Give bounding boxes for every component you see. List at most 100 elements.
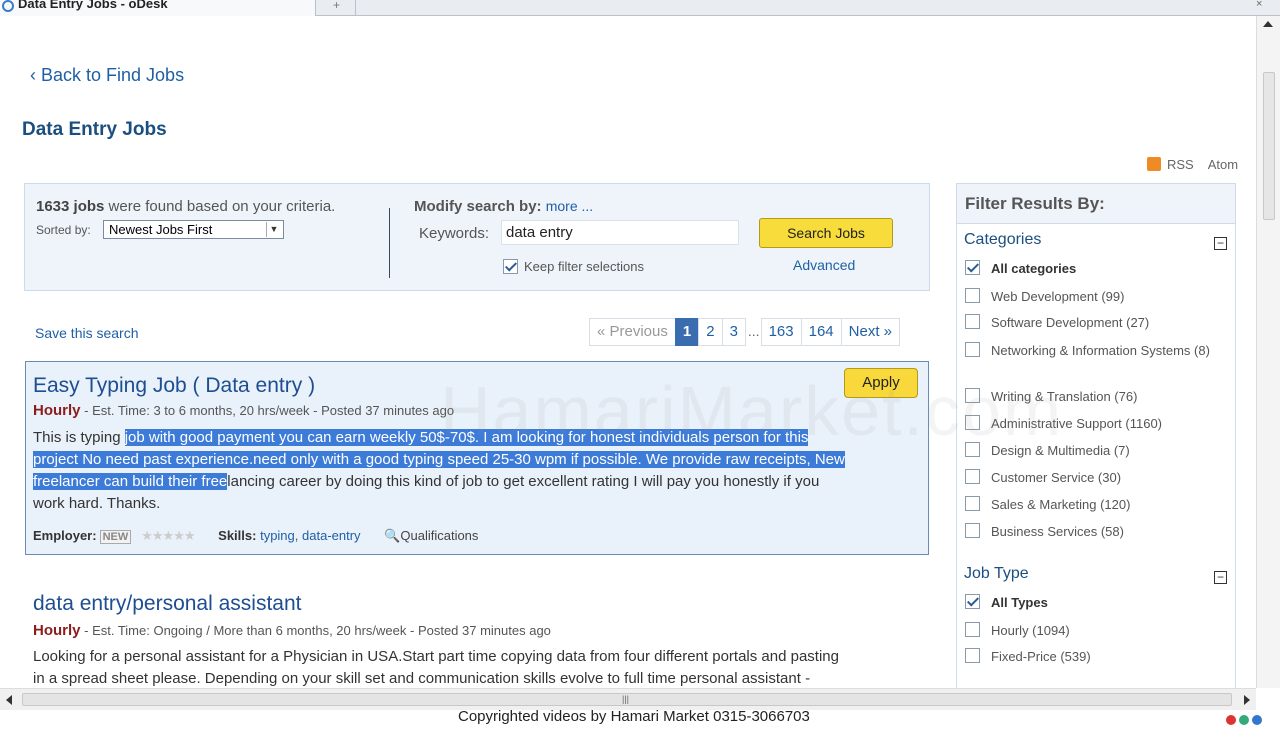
filter-category-label: Design & Multimedia (7) xyxy=(991,443,1130,458)
apply-button[interactable]: Apply xyxy=(844,368,918,398)
rss-link[interactable]: RSS xyxy=(1167,157,1194,172)
filter-category-label: Networking & Information Systems (8) xyxy=(991,343,1210,358)
job-desc-text: in a spread sheet please. Depending on y… xyxy=(33,670,811,687)
job-desc-text: lancing career by doing this kind of job… xyxy=(227,473,820,490)
checkbox[interactable] xyxy=(965,469,980,484)
filter-category-label: Sales & Marketing (120) xyxy=(991,497,1131,512)
chevron-down-icon[interactable]: ▼ xyxy=(266,222,281,237)
filter-jobtype-item[interactable]: Fixed-Price (539) xyxy=(965,648,1227,666)
checkbox[interactable] xyxy=(965,415,980,430)
rating-stars-icon: ★★★★★ xyxy=(141,528,195,543)
vertical-scrollbar[interactable] xyxy=(1256,16,1280,688)
checkbox[interactable] xyxy=(965,260,980,275)
filter-category-label: Web Development (99) xyxy=(991,289,1125,304)
checkbox[interactable] xyxy=(965,523,980,538)
job-type-label: Hourly xyxy=(33,622,81,639)
filter-header: Filter Results By: xyxy=(957,184,1235,224)
divider xyxy=(389,208,390,278)
new-tab-button[interactable]: + xyxy=(318,0,356,16)
collapse-categories-icon[interactable]: − xyxy=(1214,237,1227,250)
pagination-page[interactable]: 163 xyxy=(760,318,802,346)
checkbox[interactable] xyxy=(965,442,980,457)
job-listing: Easy Typing Job ( Data entry ) Apply Hou… xyxy=(25,361,929,555)
sorted-by-label: Sorted by: xyxy=(36,223,91,237)
checkbox[interactable] xyxy=(965,594,980,609)
job-meta: Hourly - Est. Time: Ongoing / More than … xyxy=(33,622,551,639)
checkbox[interactable] xyxy=(965,342,980,357)
browser-tab-bar: Data Entry Jobs - oDesk + × xyxy=(0,0,1280,16)
job-footer: Employer: NEW ★★★★★ Skills: typing, data-e… xyxy=(33,528,478,544)
keep-filter-option[interactable]: Keep filter selections xyxy=(503,259,644,274)
results-count-suffix: were found based on your criteria. xyxy=(104,198,336,215)
pagination-page[interactable]: 1 xyxy=(674,318,700,346)
back-to-find-jobs-link[interactable]: ‹ Back to Find Jobs xyxy=(30,65,184,86)
filter-jobtype-label: All Types xyxy=(991,595,1048,610)
save-search-link[interactable]: Save this search xyxy=(35,325,139,341)
filter-category-item[interactable]: Business Services (58) xyxy=(965,523,1227,541)
browser-tab[interactable]: Data Entry Jobs - oDesk xyxy=(0,0,316,16)
pagination-previous[interactable]: « Previous xyxy=(589,318,676,346)
scrollbar-thumb[interactable] xyxy=(1263,72,1275,220)
sort-select[interactable]: Newest Jobs First ▼ xyxy=(103,220,284,239)
copyright-overlay: Copyrighted videos by Hamari Market 0315… xyxy=(458,708,810,725)
checkbox[interactable] xyxy=(965,496,980,511)
filter-category-label: Administrative Support (1160) xyxy=(991,416,1163,431)
filter-category-item[interactable]: Writing & Translation (76) xyxy=(965,388,1227,406)
tray-icon xyxy=(1226,715,1236,725)
job-desc-text: Looking for a personal assistant for a P… xyxy=(33,648,839,665)
pagination-page[interactable]: 3 xyxy=(721,318,746,346)
filter-jobtype-item[interactable]: All Types xyxy=(965,594,1227,612)
checkbox[interactable] xyxy=(965,622,980,637)
filter-panel: Filter Results By: Categories − All cate… xyxy=(956,183,1236,688)
filter-jobtype-item[interactable]: Hourly (1094) xyxy=(965,622,1227,640)
categories-title: Categories xyxy=(964,231,1042,248)
atom-link[interactable]: Atom xyxy=(1208,157,1238,172)
filter-category-label: Software Development (27) xyxy=(991,315,1150,330)
pagination-next[interactable]: Next » xyxy=(840,318,900,346)
jobtype-title: Job Type xyxy=(964,565,1029,582)
job-meta-text: - Est. Time: Ongoing / More than 6 month… xyxy=(80,623,551,638)
skill-link[interactable]: typing xyxy=(260,528,295,543)
checkbox[interactable] xyxy=(965,388,980,403)
job-desc-selected-text: job with good payment you can earn weekl… xyxy=(124,429,809,446)
job-title-link[interactable]: Easy Typing Job ( Data entry ) xyxy=(33,374,315,398)
filter-category-label: Customer Service (30) xyxy=(991,470,1122,485)
pagination-page[interactable]: 2 xyxy=(698,318,723,346)
page-content: ‹ Back to Find Jobs Data Entry Jobs RSS A… xyxy=(0,16,1256,688)
filter-category-item[interactable]: Sales & Marketing (120) xyxy=(965,496,1227,514)
keywords-input[interactable]: data entry xyxy=(501,220,739,245)
job-desc-text: This is typing xyxy=(33,429,125,446)
skill-link[interactable]: data-entry xyxy=(302,528,361,543)
scroll-up-icon[interactable] xyxy=(1263,21,1273,27)
tab-title: Data Entry Jobs - oDesk xyxy=(18,0,168,11)
keep-filter-checkbox[interactable] xyxy=(503,259,518,274)
filter-category-item[interactable]: Software Development (27) xyxy=(965,314,1227,332)
filter-category-label: Business Services (58) xyxy=(991,524,1124,539)
pagination-ellipsis: ... xyxy=(747,323,760,339)
checkbox[interactable] xyxy=(965,288,980,303)
checkbox[interactable] xyxy=(965,314,980,329)
modify-more-link[interactable]: more ... xyxy=(546,198,593,214)
qualifications-label: Qualifications xyxy=(400,528,479,543)
advanced-search-link[interactable]: Advanced xyxy=(793,257,855,273)
collapse-jobtype-icon[interactable]: − xyxy=(1214,571,1227,584)
checkbox[interactable] xyxy=(965,648,980,663)
scroll-right-icon[interactable] xyxy=(1244,695,1250,705)
job-title-link[interactable]: data entry/personal assistant xyxy=(33,592,302,616)
pagination-page[interactable]: 164 xyxy=(800,318,842,346)
filter-category-item[interactable]: Customer Service (30) xyxy=(965,469,1227,487)
filter-category-item[interactable]: Web Development (99) xyxy=(965,288,1227,306)
odesk-logo-icon xyxy=(2,0,14,12)
filter-category-item[interactable]: Design & Multimedia (7) xyxy=(965,442,1227,460)
scroll-left-icon[interactable] xyxy=(6,695,12,705)
close-tab-icon[interactable]: × xyxy=(1256,0,1262,10)
search-jobs-button[interactable]: Search Jobs xyxy=(759,218,893,248)
qualifications-link[interactable]: 🔍Qualifications xyxy=(384,528,478,543)
keep-filter-label: Keep filter selections xyxy=(524,259,644,274)
filter-category-item[interactable]: All categories xyxy=(965,260,1227,278)
employer-label: Employer: xyxy=(33,528,97,543)
filter-category-item[interactable]: Administrative Support (1160) xyxy=(965,415,1227,433)
horizontal-scrollbar[interactable]: ||| xyxy=(0,688,1256,710)
filter-category-item[interactable]: Networking & Information Systems (8) xyxy=(965,342,1227,360)
job-description: Looking for a personal assistant for a P… xyxy=(33,646,923,688)
